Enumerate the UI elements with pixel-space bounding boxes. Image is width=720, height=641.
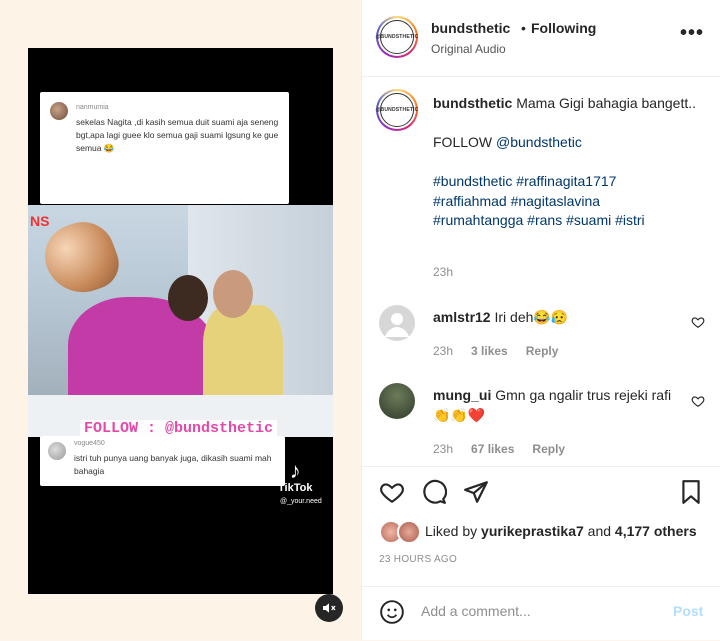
comment-time: 23h <box>433 344 454 358</box>
media-area: NS nanmumia sekelas Nagita ,di kasih sem… <box>0 0 361 640</box>
person-head <box>168 275 208 321</box>
comment-time: 23h <box>433 442 454 456</box>
tiktok-label: TikTok <box>278 482 313 494</box>
hashtags-line[interactable]: #bundsthetic #raffinagita1717 <box>433 172 703 192</box>
audio-link[interactable]: Original Audio <box>431 42 506 56</box>
tiktok-username: @_your.need <box>280 498 322 505</box>
comment-username: nanmumia <box>76 104 109 111</box>
author-username[interactable]: bundsthetic <box>431 20 510 36</box>
caption-avatar[interactable]: @BUNDSTHETIC <box>375 89 418 131</box>
reply-button[interactable]: Reply <box>532 442 565 456</box>
follow-overlay-text: FOLLOW : @bundsthetic <box>80 420 278 437</box>
comment-username: vogue450 <box>74 440 105 447</box>
post-header: @BUNDSTHETIC bundsthetic • Following Ori… <box>362 0 720 77</box>
person-head <box>213 270 253 318</box>
post-comment-button[interactable]: Post <box>673 603 703 619</box>
share-paper-plane-icon[interactable] <box>463 479 489 505</box>
action-bar <box>362 466 720 515</box>
tiktok-comment-card: nanmumia sekelas Nagita ,di kasih semua … <box>40 92 289 204</box>
reply-button[interactable]: Reply <box>526 344 559 358</box>
likes-summary: Liked by yurikeprastika7 and 4,177 other… <box>425 523 697 539</box>
speaker-muted-icon <box>323 603 336 613</box>
comment-username[interactable]: mung_ui <box>433 387 491 403</box>
mute-button[interactable] <box>315 594 343 622</box>
comment-text: Iri deh😂😥 <box>494 309 569 325</box>
add-comment-bar: Add a comment... Post <box>362 586 720 641</box>
caption-time: 23h <box>433 265 454 279</box>
comment-text: istri tuh punya uang banyak juga, dikasi… <box>74 453 272 476</box>
comment-meta: 23h 3 likes Reply <box>433 344 576 358</box>
comment-likes[interactable]: 3 likes <box>471 344 508 358</box>
bookmark-icon[interactable] <box>678 479 704 505</box>
comment-text: sekelas Nagita ,di kasih semua duit suam… <box>76 117 279 153</box>
default-user-icon <box>385 313 409 337</box>
hashtags-line[interactable]: #rumahtangga #rans #suami #istri <box>433 211 703 231</box>
separator-dot: • <box>521 20 526 36</box>
comment: mung_ui Gmn ga ngalir trus rejeki rafi👏👏… <box>433 385 683 425</box>
comment: amlstr12 Iri deh😂😥 <box>433 307 683 327</box>
more-options-icon[interactable]: ••• <box>680 22 704 45</box>
comment-likes[interactable]: 67 likes <box>471 442 514 456</box>
caption-username[interactable]: bundsthetic <box>433 95 512 111</box>
caption-text: Mama Gigi bahagia bangett.. <box>516 95 697 111</box>
post-panel: @BUNDSTHETIC bundsthetic • Following Ori… <box>361 0 720 640</box>
post-caption: bundsthetic Mama Gigi bahagia bangett.. … <box>433 94 703 231</box>
following-button[interactable]: Following <box>531 20 596 36</box>
comment-username[interactable]: amlstr12 <box>433 309 491 325</box>
avatar <box>48 442 66 460</box>
avatar[interactable] <box>379 305 415 341</box>
like-heart-icon[interactable] <box>379 479 405 505</box>
like-comment-heart-icon[interactable] <box>691 315 705 329</box>
hashtags-line[interactable]: #raffiahmad #nagitaslavina <box>433 192 703 212</box>
video-frame: NS <box>28 205 333 437</box>
avatar-logo: @BUNDSTHETIC <box>375 20 418 54</box>
brand-fragment: NS <box>30 213 50 229</box>
avatar <box>50 102 68 120</box>
mention-link[interactable]: @bundsthetic <box>496 134 582 150</box>
heart-balloon <box>36 213 126 303</box>
author-avatar[interactable]: @BUNDSTHETIC <box>375 16 418 58</box>
instagram-post: NS nanmumia sekelas Nagita ,di kasih sem… <box>0 0 720 640</box>
tiktok-watermark: ♪ TikTok <box>278 458 313 495</box>
likes-count[interactable]: 4,177 others <box>615 523 697 539</box>
comment-input[interactable]: Add a comment... <box>421 603 531 619</box>
emoji-icon[interactable] <box>379 599 405 625</box>
avatar[interactable] <box>379 383 415 419</box>
like-comment-heart-icon[interactable] <box>691 394 705 408</box>
avatar-logo: @BUNDSTHETIC <box>375 93 418 127</box>
tiktok-icon: ♪ <box>289 458 301 483</box>
tiktok-comment-card: vogue450 istri tuh punya uang banyak jug… <box>40 436 285 486</box>
comment-bubble-icon[interactable] <box>421 479 447 505</box>
post-timestamp[interactable]: 23 HOURS AGO <box>379 554 457 565</box>
caption-follow-line: FOLLOW @bundsthetic <box>433 134 582 150</box>
avatar <box>397 520 421 544</box>
comment-meta: 23h 67 likes Reply <box>433 442 583 456</box>
liked-by-user[interactable]: yurikeprastika7 <box>481 523 584 539</box>
